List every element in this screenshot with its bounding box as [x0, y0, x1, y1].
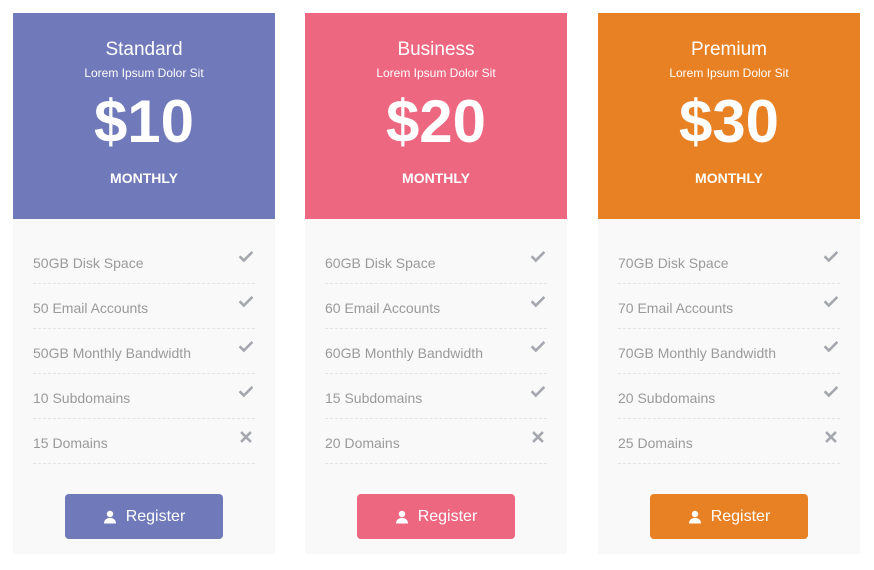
feature-label: 60 Email Accounts — [325, 299, 441, 316]
plan-price: $20 — [385, 88, 487, 155]
check-icon — [531, 385, 545, 399]
check-icon — [531, 340, 545, 354]
feature-label: 60GB Disk Space — [325, 254, 436, 271]
check-icon — [824, 250, 838, 264]
feature-list: 50GB Disk Space 50 Email Accounts 50GB M… — [33, 239, 255, 464]
feature-label: 70GB Disk Space — [618, 254, 729, 271]
close-icon — [824, 430, 838, 444]
register-button-label: Register — [417, 507, 478, 525]
check-icon — [239, 340, 253, 354]
check-icon — [824, 295, 838, 309]
plan-card-premium: Premium Lorem Ipsum Dolor Sit $30 MONTHL… — [598, 13, 860, 554]
plan-price: $30 — [678, 88, 780, 155]
feature-item: 20 Subdomains — [618, 374, 840, 419]
feature-label: 50 Email Accounts — [33, 299, 149, 316]
plan-price: $10 — [93, 88, 195, 155]
feature-item: 60 Email Accounts — [325, 284, 547, 329]
plan-header: Standard Lorem Ipsum Dolor Sit $10 MONTH… — [13, 13, 275, 219]
feature-label: 15 Subdomains — [325, 389, 423, 406]
feature-label: 20 Subdomains — [618, 389, 716, 406]
register-button-business[interactable]: Register — [357, 494, 515, 539]
feature-label: 20 Domains — [325, 434, 400, 451]
check-icon — [239, 385, 253, 399]
feature-item: 70GB Monthly Bandwidth — [618, 329, 840, 374]
check-icon — [531, 295, 545, 309]
check-icon — [239, 295, 253, 309]
plan-period: MONTHLY — [110, 170, 178, 186]
user-icon — [103, 510, 117, 524]
feature-label: 70 Email Accounts — [618, 299, 734, 316]
feature-item: 25 Domains — [618, 419, 840, 464]
plan-subtitle: Lorem Ipsum Dolor Sit — [84, 66, 204, 80]
check-icon — [824, 340, 838, 354]
plan-period: MONTHLY — [695, 170, 763, 186]
plan-subtitle: Lorem Ipsum Dolor Sit — [376, 66, 496, 80]
user-icon — [395, 510, 409, 524]
feature-item: 20 Domains — [325, 419, 547, 464]
feature-item: 50 Email Accounts — [33, 284, 255, 329]
plan-card-standard: Standard Lorem Ipsum Dolor Sit $10 MONTH… — [13, 13, 275, 554]
feature-item: 70 Email Accounts — [618, 284, 840, 329]
plan-name: Standard — [105, 39, 183, 60]
check-icon — [531, 250, 545, 264]
feature-item: 15 Domains — [33, 419, 255, 464]
close-icon — [239, 430, 253, 444]
plan-name: Business — [397, 39, 475, 60]
register-button-label: Register — [710, 507, 771, 525]
register-button-standard[interactable]: Register — [65, 494, 223, 539]
plan-period: MONTHLY — [402, 170, 470, 186]
close-icon — [531, 430, 545, 444]
pricing-table: Standard Lorem Ipsum Dolor Sit $10 MONTH… — [0, 0, 874, 570]
feature-list: 60GB Disk Space 60 Email Accounts 60GB M… — [325, 239, 547, 464]
plan-card-business: Business Lorem Ipsum Dolor Sit $20 MONTH… — [305, 13, 567, 554]
check-icon — [824, 385, 838, 399]
feature-item: 15 Subdomains — [325, 374, 547, 419]
feature-label: 50GB Disk Space — [33, 254, 144, 271]
user-icon — [688, 510, 702, 524]
feature-label: 70GB Monthly Bandwidth — [618, 344, 776, 361]
register-button-label: Register — [125, 507, 186, 525]
feature-item: 50GB Monthly Bandwidth — [33, 329, 255, 374]
feature-item: 50GB Disk Space — [33, 239, 255, 284]
check-icon — [239, 250, 253, 264]
plan-header: Business Lorem Ipsum Dolor Sit $20 MONTH… — [305, 13, 567, 219]
plan-name: Premium — [690, 39, 767, 60]
plan-header: Premium Lorem Ipsum Dolor Sit $30 MONTHL… — [598, 13, 860, 219]
plan-subtitle: Lorem Ipsum Dolor Sit — [669, 66, 789, 80]
feature-label: 15 Domains — [33, 434, 108, 451]
feature-item: 60GB Disk Space — [325, 239, 547, 284]
feature-list: 70GB Disk Space 70 Email Accounts 70GB M… — [618, 239, 840, 464]
feature-label: 10 Subdomains — [33, 389, 131, 406]
feature-label: 60GB Monthly Bandwidth — [325, 344, 483, 361]
feature-item: 60GB Monthly Bandwidth — [325, 329, 547, 374]
feature-label: 50GB Monthly Bandwidth — [33, 344, 191, 361]
feature-label: 25 Domains — [618, 434, 693, 451]
feature-item: 70GB Disk Space — [618, 239, 840, 284]
feature-item: 10 Subdomains — [33, 374, 255, 419]
register-button-premium[interactable]: Register — [650, 494, 808, 539]
